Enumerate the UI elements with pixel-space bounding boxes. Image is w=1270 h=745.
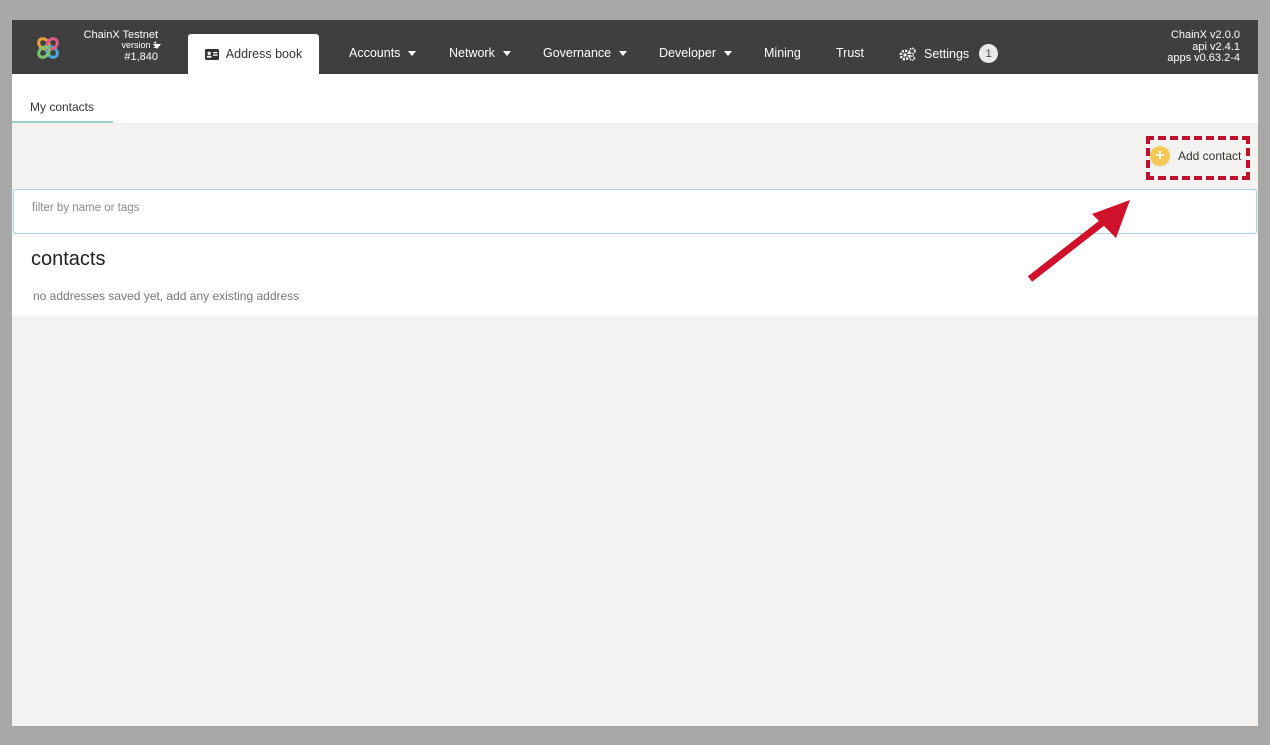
annotation-highlight-box xyxy=(1146,136,1250,180)
chevron-down-icon xyxy=(502,50,511,56)
chain-selector[interactable]: ChainX Testnet version 1 #1,840 xyxy=(72,29,158,63)
chevron-down-icon xyxy=(723,50,732,56)
tab-network-label: Network xyxy=(449,46,495,60)
tab-governance[interactable]: Governance xyxy=(543,46,628,60)
version-info: ChainX v2.0.0 api v2.4.1 apps v0.63.2-4 xyxy=(1167,29,1240,65)
app-window: ChainX Testnet version 1 #1,840 Address … xyxy=(12,20,1258,726)
chain-version: version 1 xyxy=(121,40,158,51)
chevron-down-icon[interactable] xyxy=(153,44,161,49)
tab-address-book[interactable]: Address book xyxy=(188,34,319,74)
tab-network[interactable]: Network xyxy=(449,46,511,60)
chainx-version: ChainX v2.0.0 xyxy=(1170,29,1240,41)
gears-icon xyxy=(899,47,916,61)
tab-accounts[interactable]: Accounts xyxy=(349,46,417,60)
tab-settings[interactable]: Settings 1 xyxy=(899,44,999,63)
tab-developer-label: Developer xyxy=(659,46,716,60)
tab-trust[interactable]: Trust xyxy=(836,46,864,60)
tab-mining-label: Mining xyxy=(764,46,801,60)
contacts-title: contacts xyxy=(31,248,106,270)
address-card-icon xyxy=(204,48,219,60)
filter-input[interactable] xyxy=(32,202,632,214)
apps-version: apps v0.63.2-4 xyxy=(1167,52,1240,65)
tab-trust-label: Trust xyxy=(836,46,865,60)
tab-developer[interactable]: Developer xyxy=(659,46,732,60)
chevron-down-icon xyxy=(619,50,628,56)
tab-mining[interactable]: Mining xyxy=(764,46,801,60)
block-number: #1,840 xyxy=(124,50,158,63)
tab-address-book-label: Address book xyxy=(225,47,303,61)
sub-navigation: My contacts xyxy=(12,74,1258,123)
chainx-logo[interactable] xyxy=(34,34,62,62)
subtab-my-contacts[interactable]: My contacts xyxy=(12,98,113,123)
red-arrow xyxy=(1027,200,1130,282)
tab-settings-label: Settings xyxy=(924,46,970,61)
chevron-down-icon xyxy=(408,50,417,56)
tab-accounts-label: Accounts xyxy=(349,46,401,60)
empty-state-text: no addresses saved yet, add any existing… xyxy=(33,289,300,303)
top-bar: ChainX Testnet version 1 #1,840 Address … xyxy=(12,20,1258,74)
notification-badge: 1 xyxy=(979,44,999,63)
tab-governance-label: Governance xyxy=(543,46,612,60)
